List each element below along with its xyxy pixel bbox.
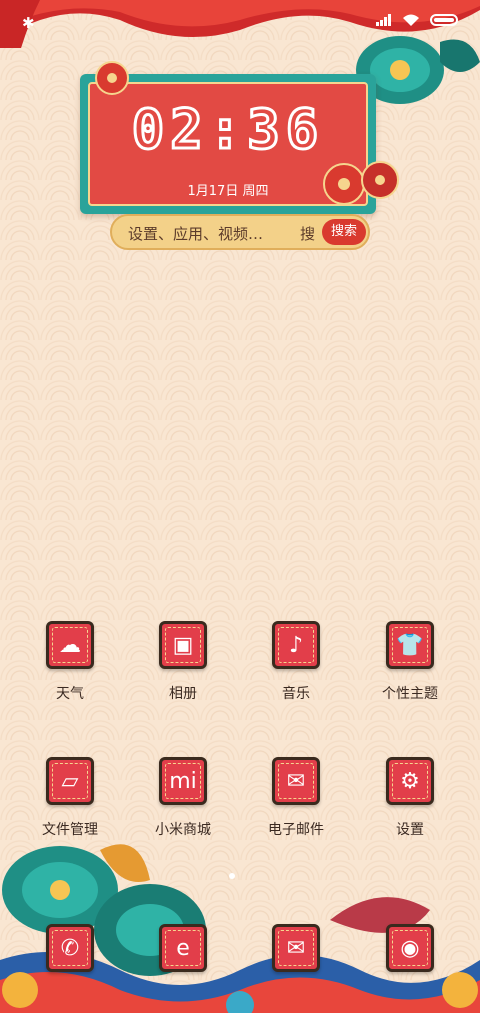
camera-icon-glyph: ◉ — [400, 935, 420, 961]
app-label: 设置 — [396, 822, 424, 838]
flower-ornament-right — [323, 161, 399, 205]
app-tshirt[interactable]: 👕 个性主题 — [355, 621, 465, 703]
status-bar: ✱ — [0, 0, 480, 44]
mail-icon[interactable]: ✉ — [272, 757, 320, 805]
tshirt-icon-glyph: 👕 — [396, 632, 424, 658]
app-gallery[interactable]: ▣ 相册 — [128, 621, 238, 703]
app-label: 小米商城 — [155, 822, 211, 838]
gear-icon-glyph: ⚙ — [400, 768, 420, 794]
gallery-icon-glyph: ▣ — [172, 632, 194, 658]
app-mi[interactable]: mi 小米商城 — [128, 757, 238, 839]
mail-icon-glyph: ✉ — [286, 768, 306, 794]
dock-item-camera[interactable]: ◉ — [355, 924, 465, 972]
app-label: 个性主题 — [382, 686, 438, 702]
folder-icon-glyph: ▱ — [61, 768, 79, 794]
message-icon-glyph: ✉ — [286, 935, 306, 961]
app-label: 文件管理 — [42, 822, 98, 838]
app-mail[interactable]: ✉ 电子邮件 — [241, 757, 351, 839]
dock-item-browser[interactable]: e — [128, 924, 238, 972]
app-label: 天气 — [56, 686, 84, 702]
phone-icon-glyph: ✆ — [60, 935, 80, 961]
flower-ornament-left — [95, 61, 129, 95]
signal-icon — [376, 14, 391, 26]
app-cloud[interactable]: ☁ 天气 — [15, 621, 125, 703]
app-label: 相册 — [169, 686, 197, 702]
dock-item-phone[interactable]: ✆ — [15, 924, 125, 972]
search-label-char: 搜 — [300, 225, 316, 243]
dock-item-message[interactable]: ✉ — [241, 924, 351, 972]
cloud-icon-glyph: ☁ — [59, 632, 81, 658]
search-placeholder[interactable]: 设置、应用、视频… — [128, 223, 263, 244]
music-icon-glyph: ♪ — [288, 632, 304, 658]
wifi-icon — [403, 14, 419, 26]
mi-icon[interactable]: mi — [159, 757, 207, 805]
folder-icon[interactable]: ▱ — [46, 757, 94, 805]
cloud-icon[interactable]: ☁ — [46, 621, 94, 669]
app-label: 电子邮件 — [268, 822, 324, 838]
browser-icon-glyph: e — [176, 935, 190, 961]
app-label: 音乐 — [282, 686, 310, 702]
bluetooth-icon: ✱ — [22, 14, 35, 32]
phone-icon[interactable]: ✆ — [46, 924, 94, 972]
music-icon[interactable]: ♪ — [272, 621, 320, 669]
search-button[interactable]: 搜索 — [322, 219, 366, 245]
tshirt-icon[interactable]: 👕 — [386, 621, 434, 669]
message-icon[interactable]: ✉ — [272, 924, 320, 972]
gallery-icon[interactable]: ▣ — [159, 621, 207, 669]
app-music[interactable]: ♪ 音乐 — [241, 621, 351, 703]
mi-icon-glyph: mi — [169, 768, 197, 794]
browser-icon[interactable]: e — [159, 924, 207, 972]
battery-icon — [430, 14, 458, 26]
gear-icon[interactable]: ⚙ — [386, 757, 434, 805]
app-folder[interactable]: ▱ 文件管理 — [15, 757, 125, 839]
clock-time: 02:36 — [130, 97, 325, 163]
app-gear[interactable]: ⚙ 设置 — [355, 757, 465, 839]
search-bar[interactable]: 设置、应用、视频… 搜 搜索 — [110, 214, 370, 250]
camera-icon[interactable]: ◉ — [386, 924, 434, 972]
